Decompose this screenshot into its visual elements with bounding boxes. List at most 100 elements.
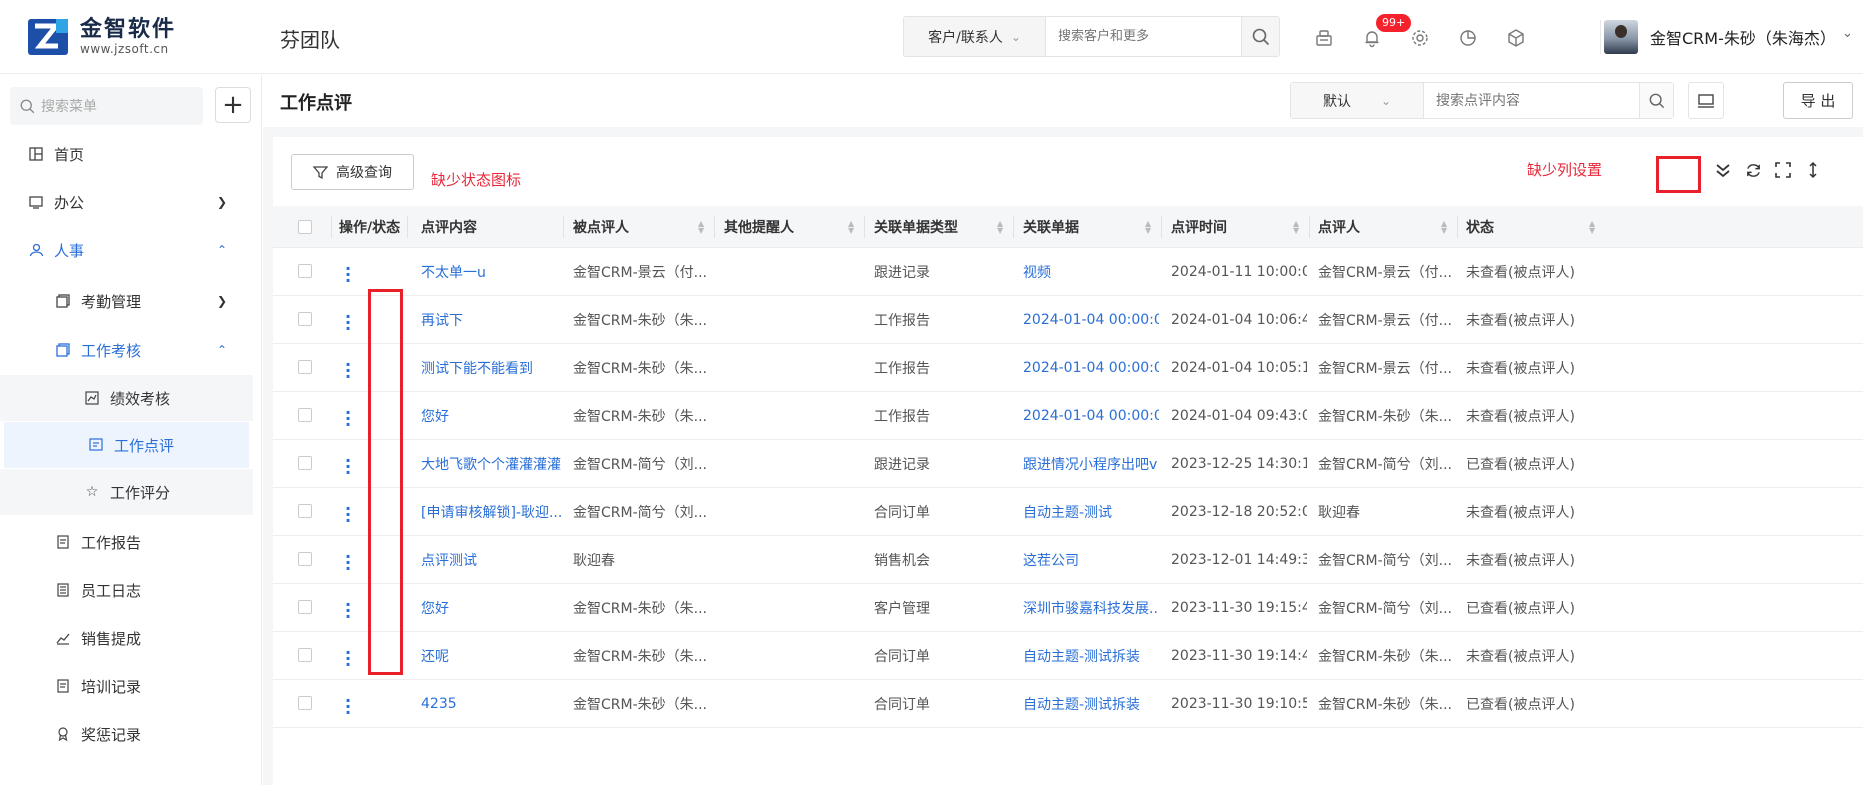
row-checkbox[interactable]	[298, 360, 312, 374]
comment-content-link[interactable]: 再试下	[421, 296, 561, 344]
column-header-reviewer[interactable]: 点评人	[1318, 206, 1360, 248]
table-row[interactable]: · · · [申请审核解锁]-耿迎... 金智CRM-简兮（刘... 合同订单 自动主题-测…	[273, 488, 1863, 536]
sidebar-item-performance[interactable]: 绩效考核	[0, 375, 253, 421]
comment-content-link[interactable]: 大地飞歌个个灌灌灌灌	[421, 440, 561, 488]
row-more-icon[interactable]: · · ·	[345, 501, 351, 529]
row-checkbox[interactable]	[298, 504, 312, 518]
sort-icon[interactable]: ▲ ▼	[997, 220, 1003, 235]
row-checkbox[interactable]	[298, 696, 312, 710]
row-more-icon[interactable]: · · ·	[345, 357, 351, 385]
linked-doc-link[interactable]: 跟进情况小程序出吧v	[1023, 440, 1159, 488]
sort-icon[interactable]: ▲ ▼	[1589, 220, 1595, 235]
comment-search-button[interactable]	[1639, 83, 1673, 118]
fullscreen-button[interactable]	[1768, 155, 1798, 185]
comment-content-link[interactable]: 测试下能不能看到	[421, 344, 561, 392]
table-row[interactable]: · · · 您好 金智CRM-朱砂（朱... 客户管理 深圳市骏嘉科技发展... 2023-1…	[273, 584, 1863, 632]
sidebar-item-training[interactable]: 培训记录	[0, 663, 253, 709]
table-row[interactable]: · · · 点评测试 耿迎春 销售机会 这茬公司 2023-12-01 14:49:31 金智C…	[273, 536, 1863, 584]
select-all-checkbox[interactable]	[298, 220, 312, 234]
table-row[interactable]: · · · 不太单一u 金智CRM-景云（付... 跟进记录 视频 2024-01-11 10…	[273, 248, 1863, 296]
user-menu[interactable]: 金智CRM-朱砂（朱海杰）	[1604, 20, 1836, 54]
row-height-button[interactable]	[1798, 155, 1828, 185]
row-more-icon[interactable]: · · ·	[345, 261, 351, 289]
comment-content-link[interactable]: [申请审核解锁]-耿迎...	[421, 488, 561, 536]
chevron-down-icon[interactable]: ⌄	[1842, 26, 1853, 41]
linked-doc-link[interactable]: 深圳市骏嘉科技发展...	[1023, 584, 1159, 632]
linked-doc-link[interactable]: 视频	[1023, 248, 1159, 296]
row-more-icon[interactable]: · · ·	[345, 405, 351, 433]
row-checkbox[interactable]	[298, 456, 312, 470]
comment-content-link[interactable]: 您好	[421, 584, 561, 632]
comment-content-link[interactable]: 4235	[421, 680, 561, 728]
sort-icon[interactable]: ▲ ▼	[1293, 220, 1299, 235]
column-header-content[interactable]: 点评内容	[421, 206, 477, 248]
advanced-query-button[interactable]: 高级查询	[291, 154, 414, 190]
row-checkbox[interactable]	[298, 264, 312, 278]
layout-toggle-button[interactable]	[1688, 82, 1724, 119]
column-header-doc-type[interactable]: 关联单据类型	[874, 206, 958, 248]
sidebar-item-employee-log[interactable]: 员工日志	[0, 567, 253, 613]
row-checkbox[interactable]	[298, 408, 312, 422]
column-header-status[interactable]: 状态	[1466, 206, 1494, 248]
linked-doc-link[interactable]: 2024-01-04 00:00:00	[1023, 392, 1159, 440]
row-more-icon[interactable]: · · ·	[345, 693, 351, 721]
table-row[interactable]: · · · 4235 金智CRM-朱砂（朱... 合同订单 自动主题-测试拆装 2023-11…	[273, 680, 1863, 728]
comment-content-link[interactable]: 点评测试	[421, 536, 561, 584]
sort-icon[interactable]: ▲ ▼	[698, 220, 704, 235]
search-scope-select[interactable]: 客户/联系人 ⌄	[904, 17, 1046, 56]
column-header-time[interactable]: 点评时间	[1171, 206, 1227, 248]
linked-doc-link[interactable]: 2024-01-04 00:00:00	[1023, 296, 1159, 344]
row-more-icon[interactable]: · · ·	[345, 309, 351, 337]
row-checkbox[interactable]	[298, 552, 312, 566]
row-more-icon[interactable]: · · ·	[345, 549, 351, 577]
approval-button[interactable]	[1300, 20, 1348, 56]
sidebar-item-hr[interactable]: 人事 ⌃	[0, 227, 253, 273]
row-more-icon[interactable]: · · ·	[345, 453, 351, 481]
column-header-doc[interactable]: 关联单据	[1023, 206, 1079, 248]
table-row[interactable]: · · · 您好 金智CRM-朱砂（朱... 工作报告 2024-01-04 00:00:0…	[273, 392, 1863, 440]
row-more-icon[interactable]: · · ·	[345, 597, 351, 625]
linked-doc-link[interactable]: 自动主题-测试	[1023, 488, 1159, 536]
row-checkbox[interactable]	[298, 600, 312, 614]
comment-content-link[interactable]: 您好	[421, 392, 561, 440]
sidebar-item-home[interactable]: 首页	[0, 131, 253, 177]
sidebar-item-work-report[interactable]: 工作报告	[0, 519, 253, 565]
comment-content-link[interactable]: 不太单一u	[421, 248, 561, 296]
linked-doc-link[interactable]: 自动主题-测试拆装	[1023, 632, 1159, 680]
linked-doc-link[interactable]: 自动主题-测试拆装	[1023, 680, 1159, 728]
refresh-button[interactable]	[1738, 155, 1768, 185]
global-search-input[interactable]	[1046, 17, 1241, 56]
sidebar-item-attendance[interactable]: 考勤管理 ❯	[0, 278, 253, 324]
app-cube-button[interactable]	[1492, 20, 1540, 56]
table-row[interactable]: · · · 测试下能不能看到 金智CRM-朱砂（朱... 工作报告 2024-01-04 0…	[273, 344, 1863, 392]
collapse-button[interactable]	[1708, 155, 1738, 185]
table-row[interactable]: · · · 还呢 金智CRM-朱砂（朱... 合同订单 自动主题-测试拆装 2023-11-3…	[273, 632, 1863, 680]
column-header-other-reminder[interactable]: 其他提醒人	[724, 206, 794, 248]
search-button[interactable]	[1241, 17, 1279, 56]
export-button[interactable]: 导 出	[1783, 82, 1853, 119]
filter-select[interactable]: 默认 ⌄	[1291, 83, 1424, 118]
comment-content-link[interactable]: 还呢	[421, 632, 561, 680]
team-name[interactable]: 芬团队	[280, 24, 340, 53]
sidebar-item-work-score[interactable]: ☆ 工作评分	[0, 469, 253, 515]
logo[interactable]: 金智软件 www.jzsoft.cn	[26, 16, 176, 58]
row-checkbox[interactable]	[298, 312, 312, 326]
menu-search-input[interactable]: 搜索菜单	[10, 87, 203, 125]
linked-doc-link[interactable]: 这茬公司	[1023, 536, 1159, 584]
sort-icon[interactable]: ▲ ▼	[1441, 220, 1447, 235]
sort-icon[interactable]: ▲ ▼	[848, 220, 854, 235]
sidebar-item-assessment[interactable]: 工作考核 ⌃	[0, 327, 253, 373]
comment-search-input[interactable]	[1424, 83, 1639, 118]
sidebar-item-sales-commission[interactable]: 销售提成	[0, 615, 253, 661]
add-button[interactable]: +	[215, 87, 251, 123]
sidebar-item-work-comment[interactable]: 工作点评	[4, 422, 249, 468]
sidebar-item-office[interactable]: 办公 ❯	[0, 179, 253, 225]
report-chart-button[interactable]	[1444, 20, 1492, 56]
row-more-icon[interactable]: · · ·	[345, 645, 351, 673]
notification-button[interactable]: 99+	[1348, 14, 1412, 56]
row-checkbox[interactable]	[298, 648, 312, 662]
sort-icon[interactable]: ▲ ▼	[1145, 220, 1151, 235]
table-row[interactable]: · · · 大地飞歌个个灌灌灌灌 金智CRM-简兮（刘... 跟进记录 跟进情况小程序出吧v…	[273, 440, 1863, 488]
settings-button[interactable]	[1396, 20, 1444, 56]
linked-doc-link[interactable]: 2024-01-04 00:00:00	[1023, 344, 1159, 392]
